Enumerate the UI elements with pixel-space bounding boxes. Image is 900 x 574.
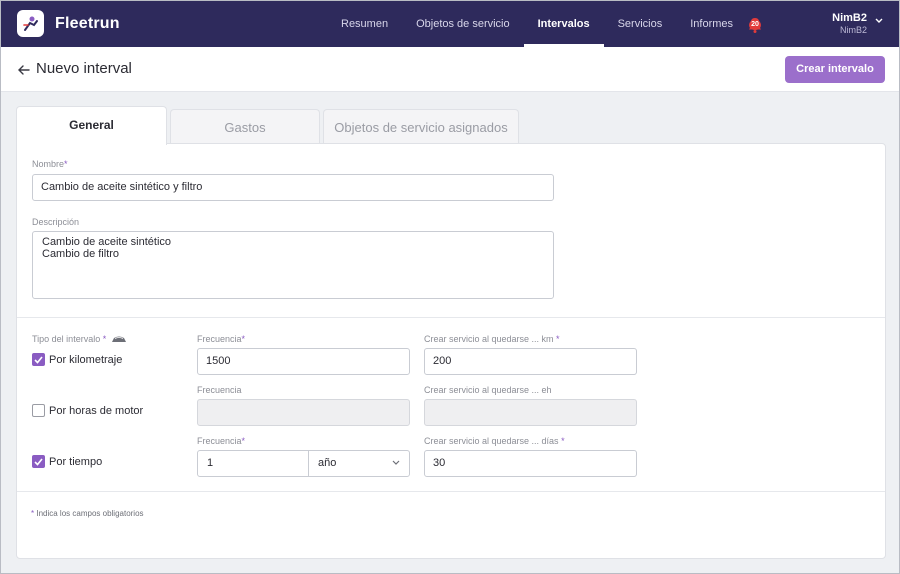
engine-hours-checkbox[interactable] — [32, 404, 45, 417]
name-label: Nombre* — [32, 159, 68, 169]
engine-hours-label: Por horas de motor — [49, 404, 144, 417]
page-title: Nuevo interval — [36, 60, 132, 77]
fleetrun-logo-icon — [17, 10, 44, 37]
page-header: Nuevo interval Crear intervalo — [1, 47, 899, 92]
time-frequency-label: Frecuencia* — [197, 436, 246, 446]
mileage-label: Por kilometraje — [49, 353, 123, 366]
engine-hours-frequency-label: Frecuencia — [197, 385, 242, 395]
main-nav: Resumen Objetos de servicio Intervalos S… — [327, 1, 747, 47]
description-line: Cambio de aceite sintético — [42, 236, 172, 248]
nav-item-intervalos[interactable]: Intervalos — [523, 1, 604, 47]
chevron-down-icon — [392, 460, 400, 465]
notification-count: 20 — [749, 20, 761, 30]
checkmark-icon — [34, 355, 43, 364]
brand[interactable]: Fleetrun — [17, 10, 120, 37]
nav-item-servicios[interactable]: Servicios — [604, 1, 677, 47]
user-account: NimB2 — [839, 25, 867, 35]
mileage-remaining-label: Crear servicio al quedarse ... km * — [424, 334, 560, 344]
description-label: Descripción — [32, 217, 80, 227]
chevron-down-icon[interactable] — [875, 18, 883, 24]
mileage-frequency-label: Frecuencia* — [197, 334, 246, 344]
nav-item-resumen[interactable]: Resumen — [327, 1, 402, 47]
name-input[interactable]: Cambio de aceite sintético y filtro — [32, 174, 554, 201]
user-menu[interactable]: NimB2 NimB2 — [832, 12, 867, 36]
nav-item-informes[interactable]: Informes — [676, 1, 747, 47]
divider — [17, 317, 885, 318]
vehicle-icon — [112, 336, 127, 342]
back-arrow-icon[interactable] — [17, 63, 31, 77]
engine-hours-frequency-input[interactable] — [197, 399, 410, 426]
time-remaining-label: Crear servicio al quedarse ... días * — [424, 436, 565, 446]
general-form-card: Nombre* Cambio de aceite sintético y fil… — [16, 143, 886, 559]
time-option[interactable]: Por tiempo — [32, 455, 102, 468]
mileage-option[interactable]: Por kilometraje — [32, 353, 122, 366]
app-name: Fleetrun — [55, 14, 120, 32]
user-name: NimB2 — [832, 12, 867, 24]
mileage-frequency-input[interactable]: 1500 — [197, 348, 410, 375]
checkmark-icon — [34, 457, 43, 466]
required-fields-note: * Indica los campos obligatorios — [31, 509, 144, 518]
mileage-remaining-input[interactable]: 200 — [424, 348, 637, 375]
engine-hours-option[interactable]: Por horas de motor — [32, 404, 143, 417]
time-checkbox[interactable] — [32, 455, 45, 468]
mileage-checkbox[interactable] — [32, 353, 45, 366]
time-remaining-input[interactable]: 30 — [424, 450, 637, 477]
time-unit-value: año — [318, 457, 337, 469]
engine-hours-remaining-input[interactable] — [424, 399, 637, 426]
time-unit-select[interactable]: año — [308, 450, 410, 477]
nav-item-objetos-de-servicio[interactable]: Objetos de servicio — [402, 1, 524, 47]
tab-general[interactable]: General — [16, 106, 167, 145]
description-line: Cambio de filtro — [42, 248, 120, 260]
interval-type-label: Tipo del intervalo * — [32, 334, 127, 344]
divider — [17, 491, 885, 492]
tab-gastos[interactable]: Gastos — [170, 109, 320, 146]
time-label: Por tiempo — [49, 455, 103, 468]
time-frequency-input[interactable]: 1 — [197, 450, 309, 477]
top-navbar: Fleetrun Resumen Objetos de servicio Int… — [1, 1, 899, 47]
tab-objetos-de-servicio-asignados[interactable]: Objetos de servicio asignados — [323, 109, 519, 146]
create-interval-button[interactable]: Crear intervalo — [785, 56, 885, 83]
engine-hours-remaining-label: Crear servicio al quedarse ... eh — [424, 385, 552, 395]
description-textarea[interactable]: Cambio de aceite sintético Cambio de fil… — [32, 231, 554, 299]
